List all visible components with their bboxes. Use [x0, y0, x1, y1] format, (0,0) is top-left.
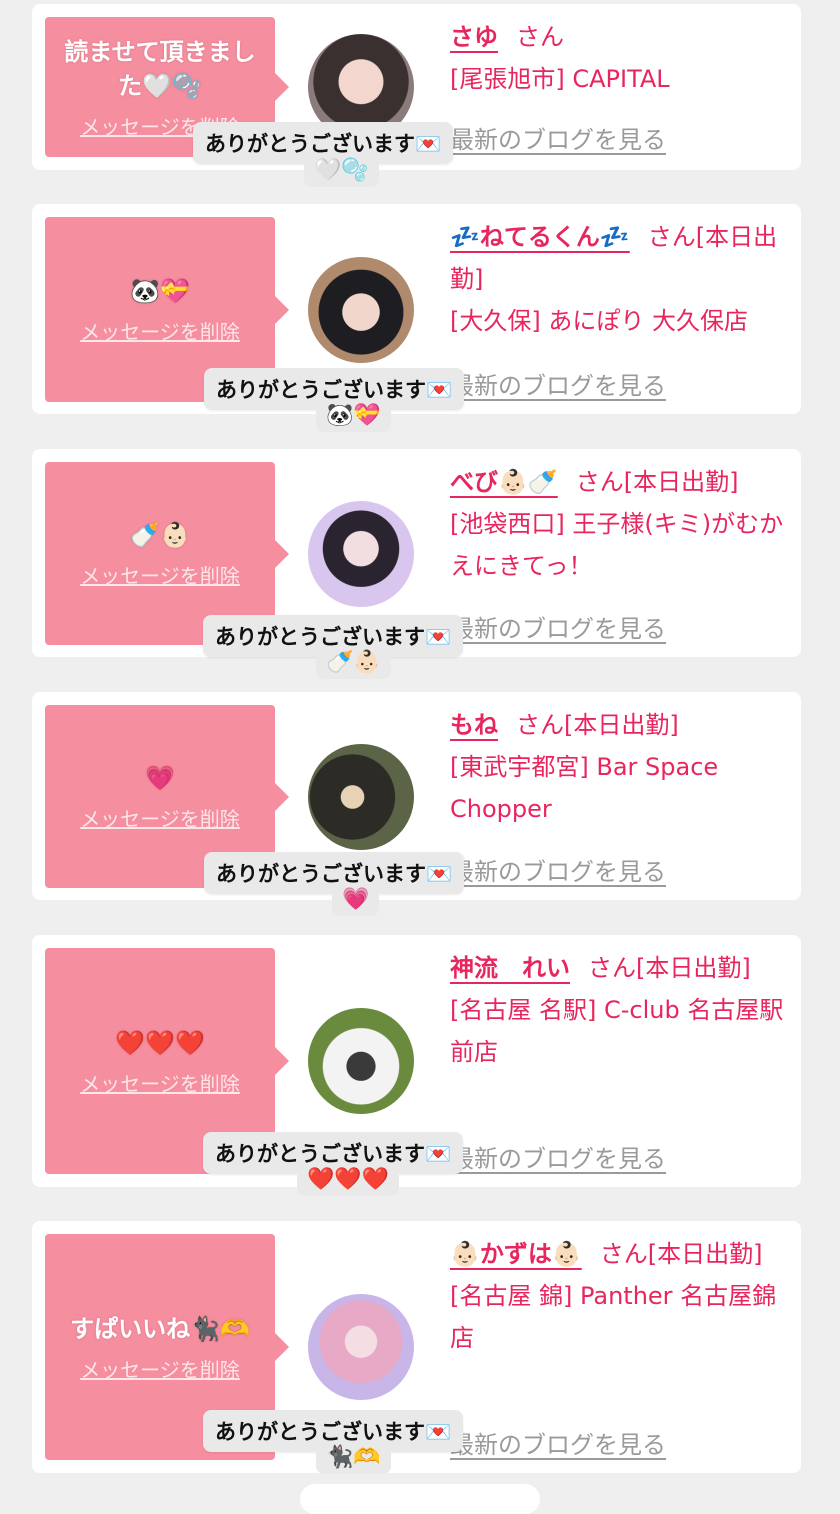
- avatar[interactable]: [308, 257, 414, 363]
- message-card: 💗 メッセージを削除 もね さん[本日出勤] [東武宇都宮] Bar Space …: [32, 692, 801, 916]
- cast-info: さゆ さん [尾張旭市] CAPITAL: [450, 16, 790, 100]
- reaction-emoji: 🐼💝: [316, 401, 391, 432]
- shop-name: [東武宇都宮] Bar Space Chopper: [450, 753, 719, 823]
- shop-name: [大久保] あにぽり 大久保店: [450, 307, 748, 335]
- reaction-emoji: 🐈‍⬛🫶: [316, 1443, 391, 1474]
- cast-info: 💤ねてるくん💤 さん[本日出勤] [大久保] あにぽり 大久保店: [450, 216, 790, 342]
- delete-message-link[interactable]: メッセージを削除: [80, 560, 240, 589]
- shop-name: [池袋西口] 王子様(キミ)がむかえにきてっ！: [450, 510, 784, 580]
- delete-message-link[interactable]: メッセージを削除: [80, 803, 240, 832]
- cast-info: 👶🏻かずは👶🏻 さん[本日出勤] [名古屋 錦] Panther 名古屋錦店: [450, 1233, 790, 1359]
- bottom-button[interactable]: [300, 1484, 540, 1514]
- blog-link[interactable]: 最新のブログを見る: [450, 609, 666, 644]
- delete-message-link[interactable]: メッセージを削除: [80, 1354, 240, 1383]
- avatar[interactable]: [308, 1008, 414, 1114]
- reaction-emoji: 🍼👶🏻: [316, 648, 391, 679]
- honorific: さん: [516, 23, 564, 51]
- message-card: すぱいいね🐈‍⬛🫶 メッセージを削除 👶🏻かずは👶🏻 さん[本日出勤] [名古屋 …: [32, 1221, 801, 1474]
- delete-message-link[interactable]: メッセージを削除: [80, 316, 240, 345]
- honorific: さん[本日出勤]: [588, 954, 751, 982]
- message-text: 🐼💝: [130, 277, 190, 305]
- reaction-emoji: ❤️❤️❤️: [297, 1165, 400, 1196]
- cast-name-link[interactable]: さゆ: [450, 23, 498, 51]
- delete-message-link[interactable]: メッセージを削除: [80, 1068, 240, 1097]
- honorific: さん[本日出勤]: [516, 711, 679, 739]
- avatar[interactable]: [308, 501, 414, 607]
- cast-info: べび👶🏻🍼 さん[本日出勤] [池袋西口] 王子様(キミ)がむかえにきてっ！: [450, 461, 790, 587]
- message-text: 読ませて頂きました🤍🫧: [64, 37, 256, 100]
- message-card: ❤️❤️❤️ メッセージを削除 神流 れい さん[本日出勤] [名古屋 名駅] C…: [32, 935, 801, 1196]
- message-text: ❤️❤️❤️: [115, 1028, 205, 1057]
- cast-name-link[interactable]: べび👶🏻🍼: [450, 468, 558, 496]
- blog-link[interactable]: 最新のブログを見る: [450, 1139, 666, 1174]
- avatar[interactable]: [308, 744, 414, 850]
- blog-link[interactable]: 最新のブログを見る: [450, 852, 666, 887]
- blog-link[interactable]: 最新のブログを見る: [450, 1425, 666, 1460]
- message-text: 🍼👶🏻: [130, 521, 190, 549]
- blog-link[interactable]: 最新のブログを見る: [450, 366, 666, 401]
- cast-name-link[interactable]: 👶🏻かずは👶🏻: [450, 1240, 582, 1268]
- blog-link[interactable]: 最新のブログを見る: [450, 120, 666, 155]
- cast-info: 神流 れい さん[本日出勤] [名古屋 名駅] C-club 名古屋駅前店: [450, 947, 790, 1073]
- reaction-emoji: 🤍🫧: [304, 156, 379, 187]
- message-text: すぱいいね🐈‍⬛🫶: [70, 1314, 250, 1343]
- message-card: 読ませて頂きました🤍🫧 メッセージを削除 さゆ さん [尾張旭市] CAPITAL…: [32, 4, 801, 187]
- honorific: さん[本日出勤]: [599, 1240, 763, 1268]
- cast-name-link[interactable]: 💤ねてるくん💤: [450, 223, 630, 251]
- shop-name: [名古屋 錦] Panther 名古屋錦店: [450, 1282, 777, 1352]
- cast-name-link[interactable]: もね: [450, 711, 498, 739]
- cast-name-link[interactable]: 神流 れい: [450, 954, 570, 982]
- reaction-emoji: 💗: [332, 885, 380, 916]
- avatar[interactable]: [308, 1294, 414, 1400]
- cast-info: もね さん[本日出勤] [東武宇都宮] Bar Space Chopper: [450, 704, 790, 830]
- shop-name: [名古屋 名駅] C-club 名古屋駅前店: [450, 996, 784, 1066]
- shop-name: [尾張旭市] CAPITAL: [450, 65, 670, 93]
- honorific: さん[本日出勤]: [575, 468, 739, 496]
- message-card: 🍼👶🏻 メッセージを削除 べび👶🏻🍼 さん[本日出勤] [池袋西口] 王子様(キミ…: [32, 449, 801, 679]
- message-card: 🐼💝 メッセージを削除 💤ねてるくん💤 さん[本日出勤] [大久保] あにぽり 大…: [32, 204, 801, 432]
- message-text: 💗: [145, 764, 175, 792]
